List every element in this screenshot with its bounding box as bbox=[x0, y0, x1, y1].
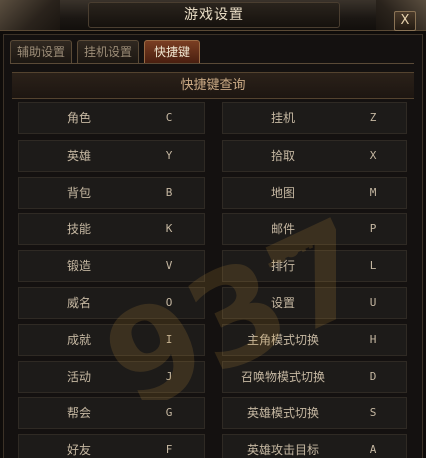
shortcut-key: V bbox=[165, 259, 173, 272]
shortcut-key: F bbox=[165, 443, 173, 456]
shortcut-action: 英雄模式切换 bbox=[246, 406, 319, 420]
title-ornament-left bbox=[0, 0, 60, 30]
shortcut-action: 设置 bbox=[270, 296, 295, 310]
shortcut-row: 英雄攻击目标 A bbox=[222, 434, 407, 458]
shortcut-key: D bbox=[369, 370, 377, 383]
shortcut-key: H bbox=[369, 333, 377, 346]
shortcut-row: 帮会 G bbox=[18, 397, 205, 429]
shortcut-action: 威名 bbox=[66, 296, 91, 310]
shortcut-query-header: 快捷键查询 bbox=[12, 72, 414, 99]
shortcut-key: X bbox=[369, 149, 377, 162]
shortcut-row: 英雄 Y bbox=[18, 140, 205, 172]
title-plate: 游戏设置 bbox=[88, 2, 340, 28]
shortcut-row: 地图 M bbox=[222, 177, 407, 209]
shortcut-row: 拾取 X bbox=[222, 140, 407, 172]
shortcut-row: 英雄模式切换 S bbox=[222, 397, 407, 429]
shortcut-row: 好友 F bbox=[18, 434, 205, 458]
shortcut-key: I bbox=[165, 333, 173, 346]
shortcut-action: 背包 bbox=[66, 186, 91, 200]
tab-shortcuts[interactable]: 快捷键 bbox=[144, 40, 200, 64]
shortcut-action: 主角模式切换 bbox=[246, 333, 319, 347]
tab-assist-settings[interactable]: 辅助设置 bbox=[10, 40, 72, 64]
shortcut-key: P bbox=[369, 222, 377, 235]
window-title: 游戏设置 bbox=[184, 7, 244, 23]
shortcut-row: 角色 C bbox=[18, 102, 205, 134]
shortcut-row: 挂机 Z bbox=[222, 102, 407, 134]
shortcut-action: 邮件 bbox=[270, 222, 295, 236]
shortcut-key: O bbox=[165, 296, 173, 309]
shortcut-action: 排行 bbox=[270, 259, 295, 273]
shortcut-row: 主角模式切换 H bbox=[222, 324, 407, 356]
shortcut-row: 技能 K bbox=[18, 213, 205, 245]
shortcut-action: 锻造 bbox=[66, 259, 91, 273]
shortcut-action: 英雄攻击目标 bbox=[246, 443, 319, 457]
shortcut-key: Z bbox=[369, 111, 377, 124]
shortcut-row: 锻造 V bbox=[18, 250, 205, 282]
section-title: 快捷键查询 bbox=[180, 78, 246, 93]
shortcut-key: J bbox=[165, 370, 173, 383]
shortcut-key: U bbox=[369, 296, 377, 309]
shortcut-action: 召唤物模式切换 bbox=[240, 370, 325, 384]
close-button[interactable]: X bbox=[394, 11, 416, 31]
title-bar[interactable]: 游戏设置 X bbox=[0, 0, 426, 31]
tab-autoplay-settings[interactable]: 挂机设置 bbox=[77, 40, 139, 64]
shortcut-key: M bbox=[369, 186, 377, 199]
shortcut-action: 地图 bbox=[270, 186, 295, 200]
shortcut-action: 好友 bbox=[66, 443, 91, 457]
shortcut-action: 成就 bbox=[66, 333, 91, 347]
game-settings-window: 游戏设置 X 辅助设置 挂机设置 快捷键 快捷键查询 角色 C 英雄 Y 背包 … bbox=[0, 0, 426, 458]
shortcut-action: 角色 bbox=[66, 111, 91, 125]
shortcut-row: 排行 L bbox=[222, 250, 407, 282]
shortcut-key: L bbox=[369, 259, 377, 272]
tab-divider bbox=[10, 63, 414, 64]
shortcut-key: A bbox=[369, 443, 377, 456]
shortcut-row: 威名 O bbox=[18, 287, 205, 319]
shortcut-action: 帮会 bbox=[66, 406, 91, 420]
shortcut-row: 成就 I bbox=[18, 324, 205, 356]
shortcut-key: C bbox=[165, 111, 173, 124]
shortcut-key: G bbox=[165, 406, 173, 419]
shortcut-row: 召唤物模式切换 D bbox=[222, 361, 407, 393]
shortcut-action: 拾取 bbox=[270, 149, 295, 163]
shortcut-key: S bbox=[369, 406, 377, 419]
shortcut-row: 邮件 P bbox=[222, 213, 407, 245]
shortcut-action: 技能 bbox=[66, 222, 91, 236]
shortcut-action: 英雄 bbox=[66, 149, 91, 163]
shortcut-action: 活动 bbox=[66, 370, 91, 384]
shortcut-key: K bbox=[165, 222, 173, 235]
shortcut-row: 背包 B bbox=[18, 177, 205, 209]
shortcut-key: Y bbox=[165, 149, 173, 162]
shortcut-row: 设置 U bbox=[222, 287, 407, 319]
shortcut-key: B bbox=[165, 186, 173, 199]
shortcut-action: 挂机 bbox=[270, 111, 295, 125]
shortcut-row: 活动 J bbox=[18, 361, 205, 393]
